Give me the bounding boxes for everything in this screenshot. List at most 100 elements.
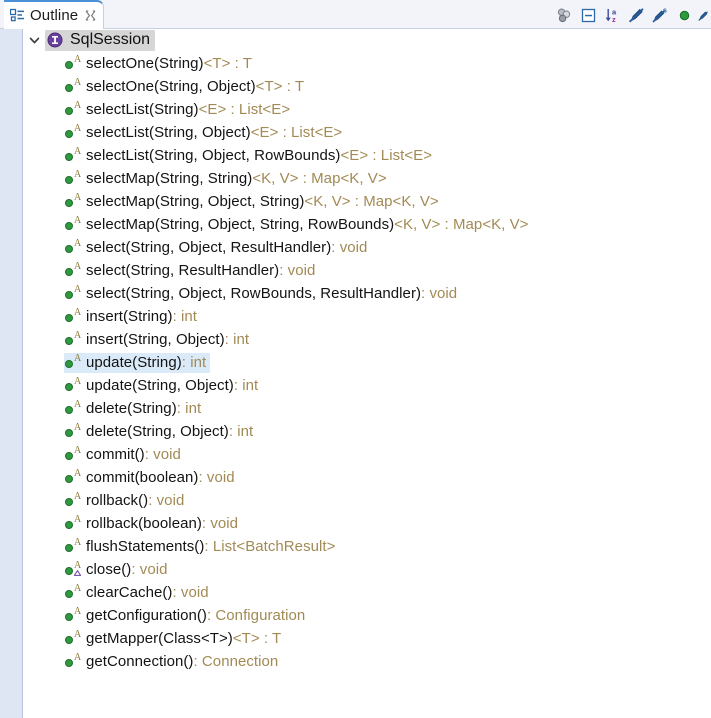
method-signature-label: selectMap(String, String) xyxy=(86,169,253,187)
tree-item-method[interactable]: AgetConfiguration() : Configuration xyxy=(23,604,711,627)
method-return-type-label: : void xyxy=(331,238,368,256)
tree-item-method[interactable]: AgetMapper(Class<T>) <T> : T xyxy=(23,627,711,650)
public-visibility-dot-icon xyxy=(65,199,73,207)
collapse-all-icon[interactable] xyxy=(578,5,599,26)
method-return-type-label: <E> : List<E> xyxy=(340,146,433,164)
sort-alphabetically-icon[interactable]: a z xyxy=(602,5,623,26)
method-signature-label: selectOne(String, Object) xyxy=(86,77,256,95)
tree-item-method[interactable]: AselectMap(String, String) <K, V> : Map<… xyxy=(23,167,711,190)
method-return-type-label: : int xyxy=(228,422,254,440)
method-signature-label: update(String) xyxy=(86,353,182,371)
public-visibility-dot-icon xyxy=(65,498,73,506)
tree-item-method[interactable]: AselectOne(String) <T> : T xyxy=(23,52,711,75)
method-signature-label: insert(String, Object) xyxy=(86,330,225,348)
method-public-abstract-icon: A xyxy=(65,170,82,186)
abstract-marker-icon: A xyxy=(74,123,82,134)
outline-tree[interactable]: SqlSession AselectOne(String) <T> : T Ase… xyxy=(23,29,711,718)
implements-marker-icon xyxy=(74,570,81,576)
abstract-marker-icon: A xyxy=(74,192,82,203)
hide-non-public-icon[interactable] xyxy=(626,5,647,26)
hide-fields-icon[interactable] xyxy=(674,5,695,26)
method-signature-label: select(String, ResultHandler) xyxy=(86,261,280,279)
abstract-marker-icon: A xyxy=(74,215,82,226)
tree-item-method[interactable]: Adelete(String, Object) : int xyxy=(23,420,711,443)
tree-item-method[interactable]: AgetConnection() : Connection xyxy=(23,650,711,673)
method-public-abstract-override-icon: A xyxy=(65,561,82,577)
abstract-marker-icon: A xyxy=(74,169,82,180)
method-public-abstract-icon: A xyxy=(65,262,82,278)
tree-item-method[interactable]: AselectMap(String, Object, String, RowBo… xyxy=(23,213,711,236)
method-signature-label: update(String, Object) xyxy=(86,376,234,394)
tree-item-method[interactable]: Adelete(String) : int xyxy=(23,397,711,420)
tree-item-method[interactable]: AselectOne(String, Object) <T> : T xyxy=(23,75,711,98)
tree-item-method[interactable]: AflushStatements() : List<BatchResult> xyxy=(23,535,711,558)
tree-item-method[interactable]: AclearCache() : void xyxy=(23,581,711,604)
tree-item-method[interactable]: Aupdate(String) : int xyxy=(23,351,711,374)
method-public-abstract-icon: A xyxy=(65,193,82,209)
tree-item-highlight: AselectMap(String, String) <K, V> : Map<… xyxy=(64,169,391,189)
abstract-marker-icon: A xyxy=(74,330,82,341)
tree-item-method[interactable]: AselectList(String, Object) <E> : List<E… xyxy=(23,121,711,144)
tree-item-highlight: Ainsert(String, Object) : int xyxy=(64,330,253,350)
hide-local-types-icon[interactable] xyxy=(698,5,711,26)
public-visibility-dot-icon xyxy=(65,268,73,276)
tree-item-method[interactable]: Aupdate(String, Object) : int xyxy=(23,374,711,397)
method-return-type-label: <T> : T xyxy=(255,77,305,95)
abstract-marker-icon: A xyxy=(74,606,82,617)
method-public-abstract-icon: A xyxy=(65,285,82,301)
chevron-down-icon[interactable] xyxy=(23,34,45,47)
tree-item-method[interactable]: Aclose() : void xyxy=(23,558,711,581)
method-signature-label: commit() xyxy=(86,445,145,463)
tree-item-method[interactable]: Ainsert(String, Object) : int xyxy=(23,328,711,351)
method-return-type-label: : Connection xyxy=(193,652,279,670)
tree-item-method[interactable]: Aselect(String, Object, RowBounds, Resul… xyxy=(23,282,711,305)
abstract-marker-icon: A xyxy=(74,537,82,548)
method-signature-label: flushStatements() xyxy=(86,537,205,555)
tree-item-method[interactable]: Aselect(String, Object, ResultHandler) :… xyxy=(23,236,711,259)
method-signature-label: delete(String, Object) xyxy=(86,422,229,440)
svg-text:z: z xyxy=(612,15,616,24)
public-visibility-dot-icon xyxy=(65,107,73,115)
group-members-icon[interactable] xyxy=(554,5,575,26)
public-visibility-dot-icon xyxy=(65,222,73,230)
tree-item-highlight: Adelete(String) : int xyxy=(64,399,205,419)
public-visibility-dot-icon xyxy=(65,84,73,92)
abstract-marker-icon: A xyxy=(74,146,82,157)
method-signature-label: rollback() xyxy=(86,491,149,509)
abstract-marker-icon: A xyxy=(74,583,82,594)
tab-outline[interactable]: Outline xyxy=(4,0,105,29)
tree-item-method[interactable]: Acommit() : void xyxy=(23,443,711,466)
method-public-abstract-icon: A xyxy=(65,607,82,623)
tree-item-highlight: AselectList(String, Object, RowBounds) <… xyxy=(64,146,436,166)
tree-item-highlight: Ainsert(String) : int xyxy=(64,307,201,327)
method-return-type-label: <E> : List<E> xyxy=(198,100,291,118)
tree-root-item[interactable]: SqlSession xyxy=(23,29,711,52)
tree-item-method[interactable]: Acommit(boolean) : void xyxy=(23,466,711,489)
method-return-type-label: <K, V> : Map<K, V> xyxy=(394,215,529,233)
tree-item-method[interactable]: Aselect(String, ResultHandler) : void xyxy=(23,259,711,282)
public-visibility-dot-icon xyxy=(65,475,73,483)
hide-static-icon[interactable]: s xyxy=(650,5,671,26)
method-public-abstract-icon: A xyxy=(65,584,82,600)
method-signature-label: selectList(String, Object, RowBounds) xyxy=(86,146,341,164)
tree-root-label: SqlSession xyxy=(70,31,151,48)
close-icon[interactable] xyxy=(85,10,96,21)
method-return-type-label: <E> : List<E> xyxy=(250,123,343,141)
public-visibility-dot-icon xyxy=(65,360,73,368)
tree-item-method[interactable]: AselectList(String) <E> : List<E> xyxy=(23,98,711,121)
public-visibility-dot-icon xyxy=(65,314,73,322)
method-return-type-label: <T> : T xyxy=(203,54,252,72)
method-public-abstract-icon: A xyxy=(65,239,82,255)
tree-item-method[interactable]: Arollback() : void xyxy=(23,489,711,512)
tree-item-method[interactable]: Arollback(boolean) : void xyxy=(23,512,711,535)
method-return-type-label: : int xyxy=(233,376,259,394)
tree-item-highlight: AselectOne(String, Object) <T> : T xyxy=(64,77,308,97)
tree-item-highlight: AgetMapper(Class<T>) <T> : T xyxy=(64,629,285,649)
tree-item-method[interactable]: AselectMap(String, Object, String) <K, V… xyxy=(23,190,711,213)
tree-item-method[interactable]: AselectList(String, Object, RowBounds) <… xyxy=(23,144,711,167)
method-public-abstract-icon: A xyxy=(65,331,82,347)
method-public-abstract-icon: A xyxy=(65,400,82,416)
tree-item-method[interactable]: Ainsert(String) : int xyxy=(23,305,711,328)
method-public-abstract-icon: A xyxy=(65,147,82,163)
method-signature-label: commit(boolean) xyxy=(86,468,199,486)
